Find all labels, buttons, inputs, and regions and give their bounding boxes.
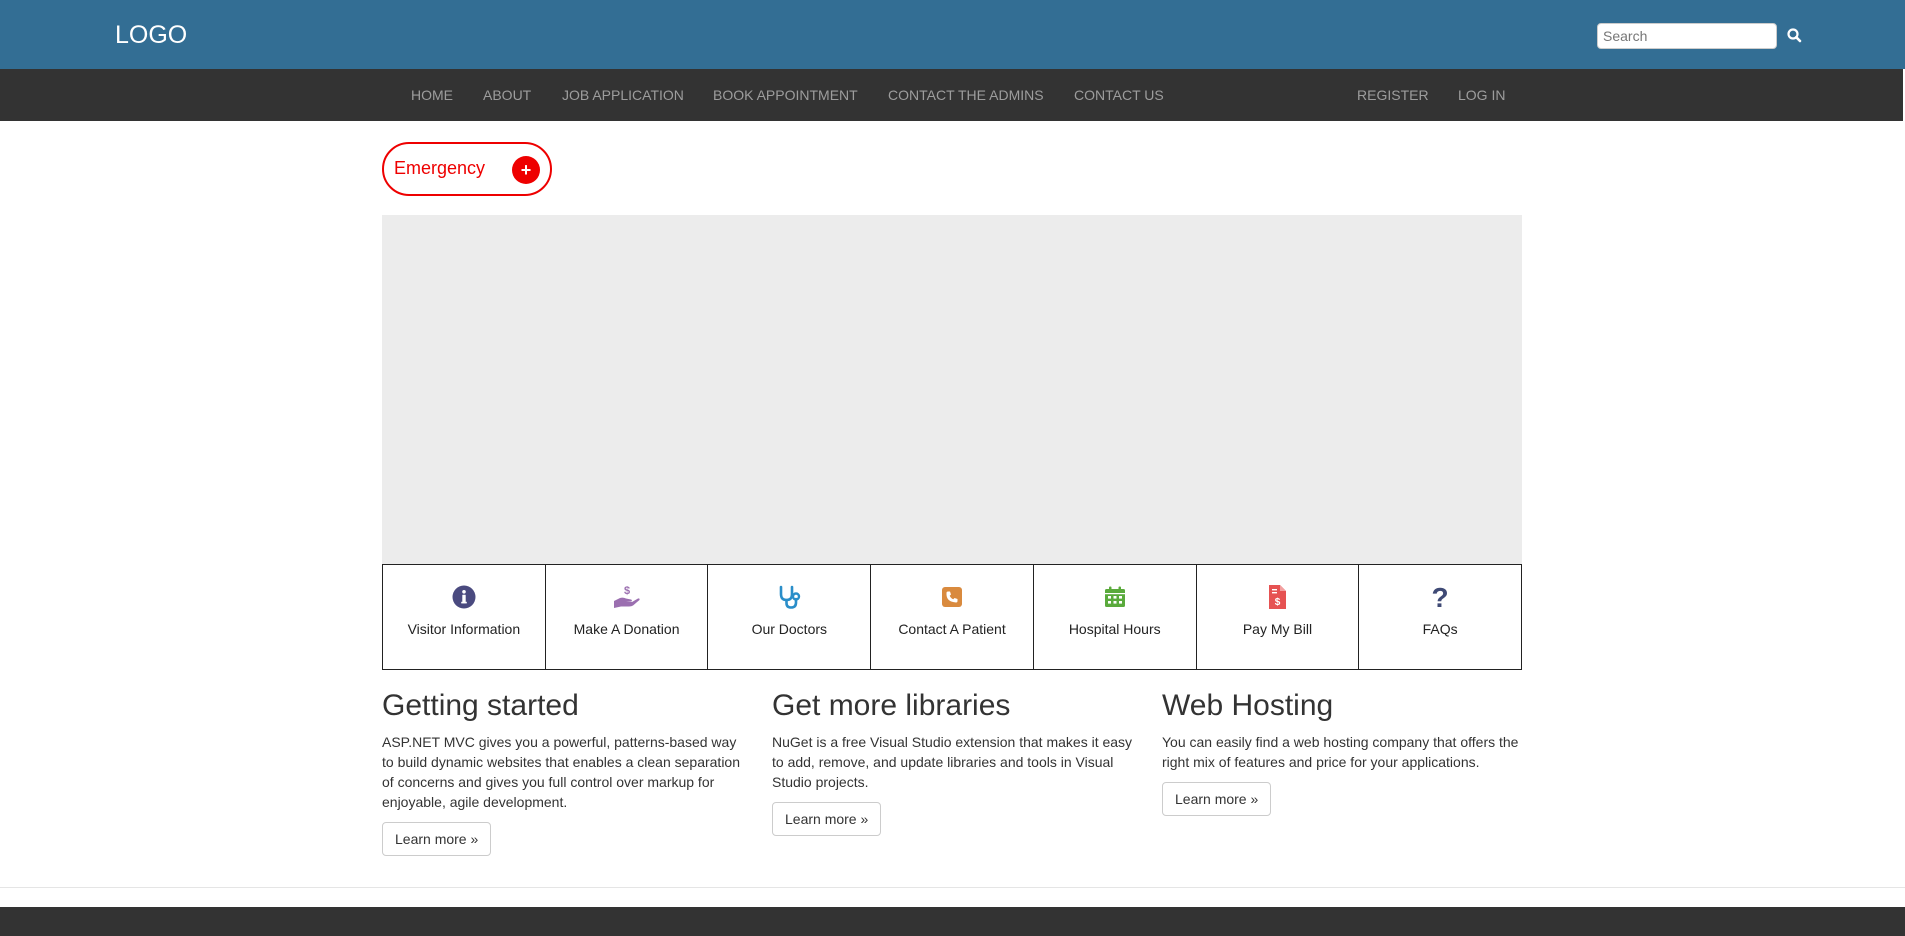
footer-divider [0,887,1905,888]
calendar-icon [1034,583,1196,611]
tile-visitor-information[interactable]: Visitor Information [383,565,546,669]
nav-register[interactable]: REGISTER [1357,69,1429,121]
learn-more-button[interactable]: Learn more » [382,822,492,856]
tile-label: Visitor Information [407,621,521,637]
donation-hand-icon: $ [546,583,708,611]
column-body: NuGet is a free Visual Studio extension … [772,734,1133,790]
question-icon: ? [1359,583,1521,611]
tile-label: Our Doctors [751,621,828,637]
column-web-hosting: Web Hosting You can easily find a web ho… [1162,686,1527,816]
column-getting-started: Getting started ASP.NET MVC gives you a … [382,686,747,856]
phone-icon [871,583,1033,611]
emergency-label: Emergency [394,158,486,178]
tile-label: Contact A Patient [898,621,1006,637]
tile-pay-my-bill[interactable]: $ Pay My Bill [1197,565,1360,669]
tile-label: FAQs [1422,621,1458,637]
column-body: ASP.NET MVC gives you a powerful, patter… [382,734,740,810]
stethoscope-icon [708,583,870,611]
hero-banner [382,215,1522,564]
svg-text:?: ? [1432,583,1449,611]
nav-home[interactable]: HOME [411,69,453,121]
footer [0,907,1905,936]
quick-links: Visitor Information $ Make A Donation Ou… [382,564,1522,670]
plus-icon: + [512,156,540,184]
column-title: Getting started [382,689,579,722]
svg-text:$: $ [1275,597,1281,608]
search-input[interactable] [1597,23,1777,49]
column-title: Web Hosting [1162,689,1334,722]
nav-contact-the-admins[interactable]: CONTACT THE ADMINS [888,69,1044,121]
nav-log-in[interactable]: LOG IN [1458,69,1505,121]
nav-job-application[interactable]: JOB APPLICATION [562,69,684,121]
tile-label: Pay My Bill [1242,621,1313,637]
main-navbar: HOME ABOUT JOB APPLICATION BOOK APPOINTM… [0,69,1903,121]
tile-contact-a-patient[interactable]: Contact A Patient [871,565,1034,669]
search-icon[interactable] [1786,26,1804,46]
column-get-more-libraries: Get more libraries NuGet is a free Visua… [772,686,1137,836]
learn-more-button[interactable]: Learn more » [772,802,882,836]
tile-our-doctors[interactable]: Our Doctors [708,565,872,669]
column-title: Get more libraries [772,689,1011,722]
nav-about[interactable]: ABOUT [483,69,531,121]
tile-make-a-donation[interactable]: $ Make A Donation [546,565,709,669]
tile-hospital-hours[interactable]: Hospital Hours [1034,565,1197,669]
tile-label: Hospital Hours [1068,621,1161,637]
info-icon [383,583,545,611]
tile-faqs[interactable]: ? FAQs [1359,565,1521,669]
svg-text:$: $ [624,585,630,597]
top-header: LOGO [0,0,1905,69]
nav-contact-us[interactable]: CONTACT US [1074,69,1164,121]
column-body: You can easily find a web hosting compan… [1162,734,1519,770]
nav-book-appointment[interactable]: BOOK APPOINTMENT [713,69,858,121]
tile-label: Make A Donation [573,621,680,637]
bill-icon: $ [1197,583,1359,611]
learn-more-button[interactable]: Learn more » [1162,782,1272,816]
emergency-button[interactable]: Emergency + [382,142,552,196]
logo[interactable]: LOGO [115,20,187,50]
